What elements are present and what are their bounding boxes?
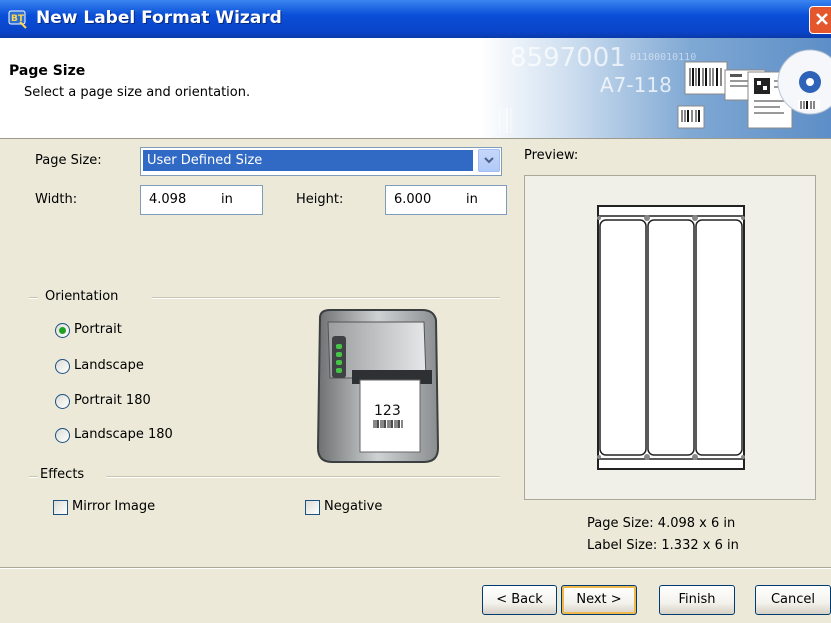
orientation-divider-left — [29, 297, 38, 299]
next-button[interactable]: Next > — [561, 585, 637, 615]
back-button[interactable]: < Back — [482, 585, 557, 615]
cancel-button[interactable]: Cancel — [755, 585, 831, 615]
orientation-group-label: Orientation — [45, 289, 119, 304]
effects-divider — [106, 476, 500, 478]
banner-binary: 01100010110 — [630, 52, 696, 63]
radio-portrait[interactable] — [55, 323, 70, 338]
barcode-labels-banner: 8597001 A7-118 01100010110 — [480, 38, 831, 138]
radio-landscape-label[interactable]: Landscape — [74, 358, 144, 373]
printer-paper-text: 123 — [374, 403, 401, 419]
page-size-label: Page Size: — [35, 153, 102, 168]
width-field[interactable]: 4.098 in — [140, 185, 263, 215]
height-unit: in — [466, 192, 478, 207]
svg-text:BT: BT — [11, 14, 25, 24]
chevron-down-icon — [484, 157, 494, 164]
banner-number: 8597001 — [510, 43, 626, 73]
page-heading: Page Size — [9, 63, 86, 79]
preview-panel — [524, 175, 816, 500]
footer-divider — [0, 567, 831, 569]
height-label: Height: — [296, 192, 344, 207]
wizard-header: Page Size Select a page size and orienta… — [0, 38, 831, 139]
width-value: 4.098 — [149, 192, 187, 207]
preview-label: Preview: — [524, 148, 579, 163]
height-value: 6.000 — [394, 192, 432, 207]
window-title: New Label Format Wizard — [36, 8, 282, 28]
close-button[interactable] — [809, 6, 831, 34]
width-unit: in — [221, 192, 233, 207]
radio-landscape-180-label[interactable]: Landscape 180 — [74, 427, 173, 442]
dropdown-button[interactable] — [478, 149, 500, 172]
title-bar: BT New Label Format Wizard — [0, 0, 831, 38]
banner-code: A7-118 — [600, 73, 672, 97]
printer-illustration: 123 — [316, 309, 440, 463]
bartender-app-icon: BT — [8, 10, 27, 29]
close-icon — [816, 13, 828, 25]
width-label: Width: — [35, 192, 78, 207]
effects-divider-left — [29, 476, 38, 478]
negative-checkbox[interactable] — [305, 500, 320, 515]
negative-label[interactable]: Negative — [324, 499, 382, 514]
radio-landscape[interactable] — [55, 359, 70, 374]
effects-group-label: Effects — [40, 467, 85, 482]
radio-landscape-180[interactable] — [55, 428, 70, 443]
page-subheading: Select a page size and orientation. — [24, 85, 251, 100]
orientation-divider — [152, 297, 500, 299]
label-layout-preview — [597, 205, 745, 470]
radio-portrait-180-label[interactable]: Portrait 180 — [74, 393, 151, 408]
radio-portrait-180[interactable] — [55, 394, 70, 409]
radio-selected-dot — [59, 327, 66, 334]
mirror-image-checkbox[interactable] — [53, 500, 68, 515]
preview-page-size: Page Size: 4.098 x 6 in — [587, 516, 736, 531]
finish-button[interactable]: Finish — [659, 585, 735, 615]
mirror-image-label[interactable]: Mirror Image — [72, 499, 155, 514]
preview-label-size: Label Size: 1.332 x 6 in — [587, 538, 739, 553]
height-field[interactable]: 6.000 in — [385, 185, 507, 215]
page-size-dropdown[interactable]: User Defined Size — [140, 147, 502, 176]
page-size-value: User Defined Size — [143, 150, 473, 171]
radio-portrait-label[interactable]: Portrait — [74, 322, 122, 337]
